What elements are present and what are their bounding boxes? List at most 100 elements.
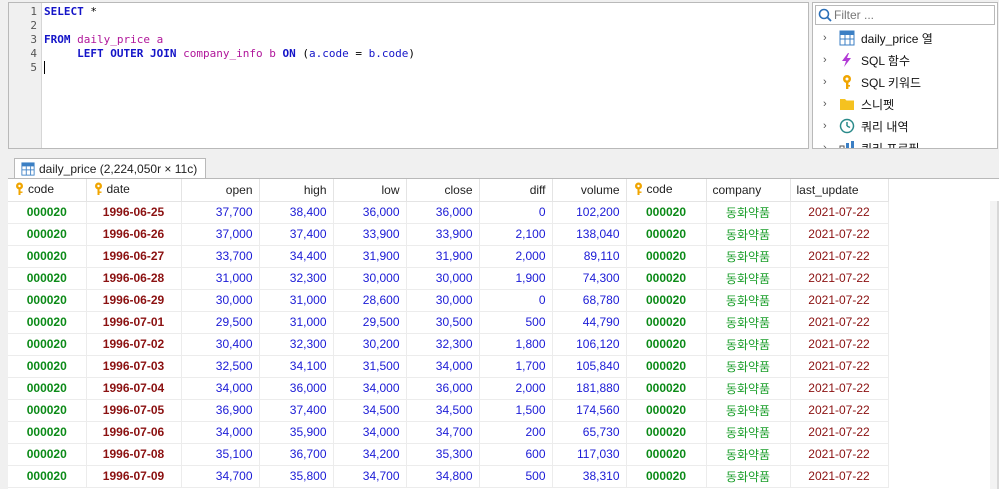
cell-diff[interactable]: 2,100 xyxy=(479,223,553,246)
cell-last-update[interactable]: 2021-07-22 xyxy=(790,245,889,268)
cell-code-b[interactable]: 000020 xyxy=(626,267,707,290)
cell-volume[interactable]: 181,880 xyxy=(552,377,627,400)
cell-low[interactable]: 34,000 xyxy=(333,421,407,444)
cell-code[interactable]: 000020 xyxy=(8,399,87,422)
cell-low[interactable]: 34,500 xyxy=(333,399,407,422)
cell-code-b[interactable]: 000020 xyxy=(626,201,707,224)
cell-code[interactable]: 000020 xyxy=(8,421,87,444)
cell-close[interactable]: 35,300 xyxy=(406,443,480,466)
cell-close[interactable]: 32,300 xyxy=(406,333,480,356)
cell-volume[interactable]: 117,030 xyxy=(552,443,627,466)
cell-close[interactable]: 31,900 xyxy=(406,245,480,268)
column-header-open[interactable]: open xyxy=(181,179,260,202)
cell-low[interactable]: 28,600 xyxy=(333,289,407,312)
filter-input[interactable] xyxy=(834,8,984,22)
table-row[interactable]: 000020 1996-06-25 37,700 38,400 36,000 36,000… xyxy=(8,201,889,224)
cell-last-update[interactable]: 2021-07-22 xyxy=(790,201,889,224)
cell-date[interactable]: 1996-06-25 xyxy=(86,201,182,224)
cell-low[interactable]: 33,900 xyxy=(333,223,407,246)
vertical-scrollbar[interactable] xyxy=(990,201,999,489)
table-row[interactable]: 000020 1996-06-29 30,000 31,000 28,600 30,000… xyxy=(8,289,889,312)
table-row[interactable]: 000020 1996-06-28 31,000 32,300 30,000 30,000… xyxy=(8,267,889,290)
cell-code-b[interactable]: 000020 xyxy=(626,223,707,246)
cell-high[interactable]: 34,400 xyxy=(259,245,334,268)
filter-box[interactable] xyxy=(815,5,995,25)
cell-date[interactable]: 1996-07-03 xyxy=(86,355,182,378)
cell-code[interactable]: 000020 xyxy=(8,245,87,268)
cell-close[interactable]: 34,800 xyxy=(406,465,480,488)
cell-open[interactable]: 37,000 xyxy=(181,223,260,246)
cell-open[interactable]: 34,000 xyxy=(181,377,260,400)
cell-last-update[interactable]: 2021-07-22 xyxy=(790,289,889,312)
cell-date[interactable]: 1996-07-06 xyxy=(86,421,182,444)
cell-code[interactable]: 000020 xyxy=(8,333,87,356)
cell-volume[interactable]: 44,790 xyxy=(552,311,627,334)
chevron-right-icon[interactable]: › xyxy=(823,54,833,66)
cell-close[interactable]: 33,900 xyxy=(406,223,480,246)
cell-diff[interactable]: 0 xyxy=(479,289,553,312)
cell-open[interactable]: 34,700 xyxy=(181,465,260,488)
cell-last-update[interactable]: 2021-07-22 xyxy=(790,399,889,422)
cell-company[interactable]: 동화약품 xyxy=(706,465,791,488)
cell-open[interactable]: 36,900 xyxy=(181,399,260,422)
cell-diff[interactable]: 1,500 xyxy=(479,399,553,422)
cell-open[interactable]: 30,000 xyxy=(181,289,260,312)
cell-close[interactable]: 34,500 xyxy=(406,399,480,422)
cell-code-b[interactable]: 000020 xyxy=(626,289,707,312)
cell-open[interactable]: 31,000 xyxy=(181,267,260,290)
cell-close[interactable]: 36,000 xyxy=(406,377,480,400)
cell-date[interactable]: 1996-07-08 xyxy=(86,443,182,466)
cell-high[interactable]: 31,000 xyxy=(259,289,334,312)
cell-high[interactable]: 32,300 xyxy=(259,267,334,290)
cell-date[interactable]: 1996-06-29 xyxy=(86,289,182,312)
cell-diff[interactable]: 600 xyxy=(479,443,553,466)
cell-last-update[interactable]: 2021-07-22 xyxy=(790,465,889,488)
cell-close[interactable]: 34,700 xyxy=(406,421,480,444)
cell-company[interactable]: 동화약품 xyxy=(706,377,791,400)
cell-date[interactable]: 1996-07-01 xyxy=(86,311,182,334)
table-row[interactable]: 000020 1996-07-02 30,400 32,300 30,200 32,300… xyxy=(8,333,889,356)
column-header-diff[interactable]: diff xyxy=(479,179,553,202)
cell-company[interactable]: 동화약품 xyxy=(706,355,791,378)
cell-date[interactable]: 1996-07-04 xyxy=(86,377,182,400)
column-header-low[interactable]: low xyxy=(333,179,407,202)
column-header-code[interactable]: code xyxy=(8,179,87,202)
column-header-last-update[interactable]: last_update xyxy=(790,179,889,202)
cell-low[interactable]: 31,500 xyxy=(333,355,407,378)
cell-date[interactable]: 1996-07-02 xyxy=(86,333,182,356)
cell-high[interactable]: 32,300 xyxy=(259,333,334,356)
cell-volume[interactable]: 102,200 xyxy=(552,201,627,224)
cell-diff[interactable]: 2,000 xyxy=(479,377,553,400)
cell-diff[interactable]: 1,700 xyxy=(479,355,553,378)
cell-company[interactable]: 동화약품 xyxy=(706,223,791,246)
cell-high[interactable]: 37,400 xyxy=(259,223,334,246)
cell-code-b[interactable]: 000020 xyxy=(626,245,707,268)
cell-high[interactable]: 35,800 xyxy=(259,465,334,488)
cell-code[interactable]: 000020 xyxy=(8,223,87,246)
cell-company[interactable]: 동화약품 xyxy=(706,267,791,290)
column-header-close[interactable]: close xyxy=(406,179,480,202)
column-header-date[interactable]: date xyxy=(86,179,182,202)
cell-code[interactable]: 000020 xyxy=(8,355,87,378)
cell-high[interactable]: 35,900 xyxy=(259,421,334,444)
cell-diff[interactable]: 1,900 xyxy=(479,267,553,290)
cell-date[interactable]: 1996-06-26 xyxy=(86,223,182,246)
cell-close[interactable]: 30,000 xyxy=(406,267,480,290)
cell-diff[interactable]: 0 xyxy=(479,201,553,224)
cell-close[interactable]: 30,500 xyxy=(406,311,480,334)
cell-open[interactable]: 29,500 xyxy=(181,311,260,334)
cell-diff[interactable]: 500 xyxy=(479,465,553,488)
cell-diff[interactable]: 2,000 xyxy=(479,245,553,268)
cell-volume[interactable]: 65,730 xyxy=(552,421,627,444)
cell-last-update[interactable]: 2021-07-22 xyxy=(790,377,889,400)
tree-item-profile[interactable]: › 쿼리 프로필 xyxy=(823,137,920,148)
cell-code[interactable]: 000020 xyxy=(8,267,87,290)
chevron-right-icon[interactable]: › xyxy=(823,98,833,110)
cell-code[interactable]: 000020 xyxy=(8,311,87,334)
cell-low[interactable]: 34,200 xyxy=(333,443,407,466)
table-row[interactable]: 000020 1996-07-01 29,500 31,000 29,500 30,500… xyxy=(8,311,889,334)
cell-high[interactable]: 34,100 xyxy=(259,355,334,378)
cell-code[interactable]: 000020 xyxy=(8,377,87,400)
cell-last-update[interactable]: 2021-07-22 xyxy=(790,443,889,466)
cell-code[interactable]: 000020 xyxy=(8,465,87,488)
